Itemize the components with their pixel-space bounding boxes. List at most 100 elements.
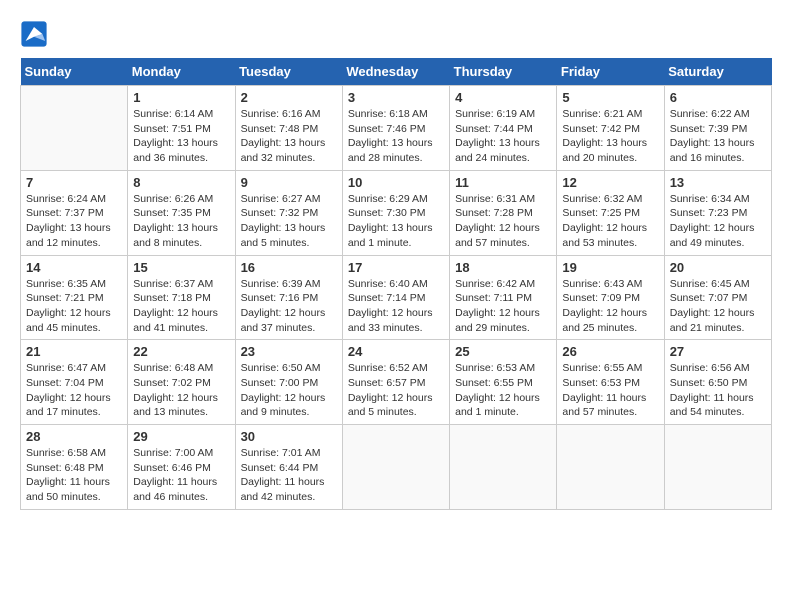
calendar-cell: 12 Sunrise: 6:32 AM Sunset: 7:25 PM Dayli… (557, 170, 664, 255)
calendar-cell: 29 Sunrise: 7:00 AM Sunset: 6:46 PM Dayli… (128, 425, 235, 510)
day-number: 8 (133, 175, 229, 190)
day-number: 29 (133, 429, 229, 444)
day-info: Sunrise: 6:35 AM Sunset: 7:21 PM Dayligh… (26, 277, 122, 336)
day-number: 6 (670, 90, 766, 105)
day-info: Sunrise: 6:55 AM Sunset: 6:53 PM Dayligh… (562, 361, 658, 420)
calendar-cell: 27Sunrise: 6:56 AM Sunset: 6:50 PM Dayli… (664, 340, 771, 425)
calendar-cell: 16Sunrise: 6:39 AM Sunset: 7:16 PM Dayli… (235, 255, 342, 340)
day-info: Sunrise: 6:19 AM Sunset: 7:44 PM Dayligh… (455, 107, 551, 166)
day-number: 4 (455, 90, 551, 105)
day-info: Sunrise: 6:29 AM Sunset: 7:30 PM Dayligh… (348, 192, 444, 251)
column-header-tuesday: Tuesday (235, 58, 342, 86)
day-number: 25 (455, 344, 551, 359)
calendar-cell: 1 Sunrise: 6:14 AM Sunset: 7:51 PM Daylig… (128, 86, 235, 171)
calendar-cell: 26 Sunrise: 6:55 AM Sunset: 6:53 PM Dayli… (557, 340, 664, 425)
day-number: 3 (348, 90, 444, 105)
day-number: 12 (562, 175, 658, 190)
day-number: 21 (26, 344, 122, 359)
calendar-cell: 15 Sunrise: 6:37 AM Sunset: 7:18 PM Dayli… (128, 255, 235, 340)
day-info: Sunrise: 6:34 AM Sunset: 7:23 PM Dayligh… (670, 192, 766, 251)
day-info: Sunrise: 6:56 AM Sunset: 6:50 PM Dayligh… (670, 361, 766, 420)
day-info: Sunrise: 7:00 AM Sunset: 6:46 PM Dayligh… (133, 446, 229, 505)
column-header-sunday: Sunday (21, 58, 128, 86)
day-number: 14 (26, 260, 122, 275)
calendar-cell: 22 Sunrise: 6:48 AM Sunset: 7:02 PM Dayli… (128, 340, 235, 425)
day-number: 30 (241, 429, 337, 444)
calendar-week-row: 28 Sunrise: 6:58 AM Sunset: 6:48 PM Dayli… (21, 425, 772, 510)
calendar-cell: 28 Sunrise: 6:58 AM Sunset: 6:48 PM Dayli… (21, 425, 128, 510)
day-info: Sunrise: 6:24 AM Sunset: 7:37 PM Dayligh… (26, 192, 122, 251)
calendar-cell: 7 Sunrise: 6:24 AM Sunset: 7:37 PM Daylig… (21, 170, 128, 255)
day-info: Sunrise: 7:01 AM Sunset: 6:44 PM Dayligh… (241, 446, 337, 505)
calendar-table: SundayMondayTuesdayWednesdayThursdayFrid… (20, 58, 772, 510)
day-number: 19 (562, 260, 658, 275)
day-info: Sunrise: 6:42 AM Sunset: 7:11 PM Dayligh… (455, 277, 551, 336)
page-header (20, 20, 772, 48)
day-info: Sunrise: 6:40 AM Sunset: 7:14 PM Dayligh… (348, 277, 444, 336)
calendar-cell (21, 86, 128, 171)
calendar-cell: 25 Sunrise: 6:53 AM Sunset: 6:55 PM Dayli… (450, 340, 557, 425)
calendar-cell: 4 Sunrise: 6:19 AM Sunset: 7:44 PM Daylig… (450, 86, 557, 171)
day-info: Sunrise: 6:16 AM Sunset: 7:48 PM Dayligh… (241, 107, 337, 166)
calendar-cell: 18 Sunrise: 6:42 AM Sunset: 7:11 PM Dayli… (450, 255, 557, 340)
calendar-week-row: 21 Sunrise: 6:47 AM Sunset: 7:04 PM Dayli… (21, 340, 772, 425)
calendar-cell: 9Sunrise: 6:27 AM Sunset: 7:32 PM Daylig… (235, 170, 342, 255)
column-header-monday: Monday (128, 58, 235, 86)
day-number: 10 (348, 175, 444, 190)
day-info: Sunrise: 6:53 AM Sunset: 6:55 PM Dayligh… (455, 361, 551, 420)
day-info: Sunrise: 6:26 AM Sunset: 7:35 PM Dayligh… (133, 192, 229, 251)
column-header-thursday: Thursday (450, 58, 557, 86)
day-number: 26 (562, 344, 658, 359)
day-number: 5 (562, 90, 658, 105)
day-info: Sunrise: 6:22 AM Sunset: 7:39 PM Dayligh… (670, 107, 766, 166)
calendar-week-row: 7 Sunrise: 6:24 AM Sunset: 7:37 PM Daylig… (21, 170, 772, 255)
day-number: 18 (455, 260, 551, 275)
day-number: 7 (26, 175, 122, 190)
day-info: Sunrise: 6:14 AM Sunset: 7:51 PM Dayligh… (133, 107, 229, 166)
day-info: Sunrise: 6:43 AM Sunset: 7:09 PM Dayligh… (562, 277, 658, 336)
calendar-cell (557, 425, 664, 510)
calendar-week-row: 14 Sunrise: 6:35 AM Sunset: 7:21 PM Dayli… (21, 255, 772, 340)
calendar-cell: 11 Sunrise: 6:31 AM Sunset: 7:28 PM Dayli… (450, 170, 557, 255)
day-info: Sunrise: 6:21 AM Sunset: 7:42 PM Dayligh… (562, 107, 658, 166)
day-number: 17 (348, 260, 444, 275)
day-info: Sunrise: 6:48 AM Sunset: 7:02 PM Dayligh… (133, 361, 229, 420)
day-info: Sunrise: 6:31 AM Sunset: 7:28 PM Dayligh… (455, 192, 551, 251)
day-info: Sunrise: 6:37 AM Sunset: 7:18 PM Dayligh… (133, 277, 229, 336)
day-number: 16 (241, 260, 337, 275)
day-number: 15 (133, 260, 229, 275)
calendar-cell: 17 Sunrise: 6:40 AM Sunset: 7:14 PM Dayli… (342, 255, 449, 340)
calendar-cell: 20 Sunrise: 6:45 AM Sunset: 7:07 PM Dayli… (664, 255, 771, 340)
day-number: 9 (241, 175, 337, 190)
calendar-header-row: SundayMondayTuesdayWednesdayThursdayFrid… (21, 58, 772, 86)
day-number: 20 (670, 260, 766, 275)
day-number: 1 (133, 90, 229, 105)
day-info: Sunrise: 6:45 AM Sunset: 7:07 PM Dayligh… (670, 277, 766, 336)
logo-icon (20, 20, 48, 48)
day-info: Sunrise: 6:50 AM Sunset: 7:00 PM Dayligh… (241, 361, 337, 420)
day-number: 11 (455, 175, 551, 190)
day-number: 2 (241, 90, 337, 105)
calendar-cell: 3 Sunrise: 6:18 AM Sunset: 7:46 PM Daylig… (342, 86, 449, 171)
logo (20, 20, 52, 48)
calendar-cell: 30 Sunrise: 7:01 AM Sunset: 6:44 PM Dayli… (235, 425, 342, 510)
day-info: Sunrise: 6:58 AM Sunset: 6:48 PM Dayligh… (26, 446, 122, 505)
calendar-cell: 8 Sunrise: 6:26 AM Sunset: 7:35 PM Daylig… (128, 170, 235, 255)
day-info: Sunrise: 6:18 AM Sunset: 7:46 PM Dayligh… (348, 107, 444, 166)
day-info: Sunrise: 6:47 AM Sunset: 7:04 PM Dayligh… (26, 361, 122, 420)
calendar-cell: 21 Sunrise: 6:47 AM Sunset: 7:04 PM Dayli… (21, 340, 128, 425)
day-number: 24 (348, 344, 444, 359)
day-number: 22 (133, 344, 229, 359)
day-number: 23 (241, 344, 337, 359)
calendar-week-row: 1 Sunrise: 6:14 AM Sunset: 7:51 PM Daylig… (21, 86, 772, 171)
day-number: 28 (26, 429, 122, 444)
day-info: Sunrise: 6:52 AM Sunset: 6:57 PM Dayligh… (348, 361, 444, 420)
calendar-cell (664, 425, 771, 510)
day-number: 13 (670, 175, 766, 190)
calendar-cell: 13 Sunrise: 6:34 AM Sunset: 7:23 PM Dayli… (664, 170, 771, 255)
calendar-cell: 24 Sunrise: 6:52 AM Sunset: 6:57 PM Dayli… (342, 340, 449, 425)
column-header-wednesday: Wednesday (342, 58, 449, 86)
calendar-cell: 6 Sunrise: 6:22 AM Sunset: 7:39 PM Daylig… (664, 86, 771, 171)
day-info: Sunrise: 6:32 AM Sunset: 7:25 PM Dayligh… (562, 192, 658, 251)
calendar-cell (450, 425, 557, 510)
